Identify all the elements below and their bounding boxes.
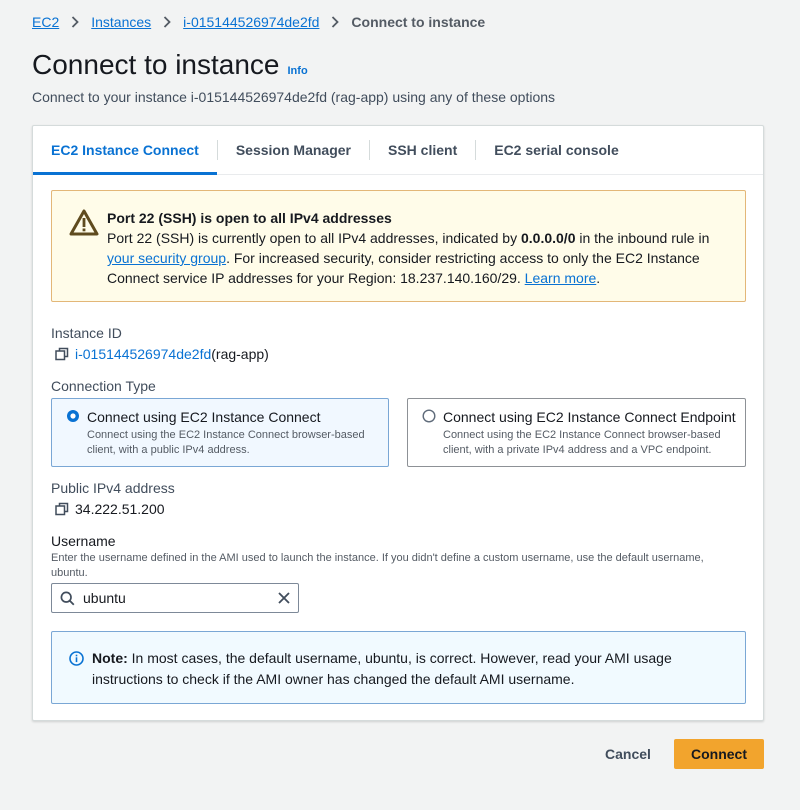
public-ip-row: 34.222.51.200: [55, 501, 165, 517]
tab-ec2-serial-console[interactable]: EC2 serial console: [476, 126, 637, 174]
note-label: Note:: [92, 650, 128, 666]
info-link[interactable]: Info: [288, 65, 308, 77]
warning-text: Port 22 (SSH) is currently open to all I…: [107, 228, 727, 288]
warning-text-part: .: [596, 270, 601, 286]
search-icon: [60, 591, 75, 606]
info-alert: Note: In most cases, the default usernam…: [51, 631, 746, 704]
security-group-link[interactable]: your security group: [107, 250, 226, 266]
page-description: Connect to your instance i-015144526974d…: [32, 89, 556, 105]
cancel-button[interactable]: Cancel: [596, 739, 660, 769]
instance-name: (rag-app): [211, 346, 269, 362]
radio-ec2-instance-connect-endpoint[interactable]: Connect using EC2 Instance Connect Endpo…: [407, 398, 746, 467]
chevron-right-icon: [71, 16, 80, 28]
radio-description: Connect using the EC2 Instance Connect b…: [87, 429, 365, 456]
warning-text-part: Port 22 (SSH) is currently open to all I…: [107, 230, 521, 246]
radio-description: Connect using the EC2 Instance Connect b…: [443, 429, 721, 456]
page-title: Connect to instance Info: [32, 49, 308, 81]
chevron-right-icon: [163, 16, 171, 28]
page-title-text: Connect to instance: [32, 49, 280, 80]
radio-title: Connect using EC2 Instance Connect Endpo…: [443, 409, 736, 425]
breadcrumb-instances[interactable]: Instances: [91, 14, 151, 30]
note-text: In most cases, the default username, ubu…: [92, 650, 672, 687]
info-icon: [69, 651, 84, 669]
breadcrumb-instance-id[interactable]: i-015144526974de2fd: [183, 14, 319, 30]
connection-type-label: Connection Type: [51, 378, 156, 394]
radio-ec2-instance-connect[interactable]: Connect using EC2 Instance Connect Conne…: [51, 398, 389, 467]
username-label: Username: [51, 533, 116, 549]
username-input-box[interactable]: [51, 583, 299, 613]
warning-alert: Port 22 (SSH) is open to all IPv4 addres…: [51, 190, 746, 302]
warning-content: Port 22 (SSH) is open to all IPv4 addres…: [107, 208, 727, 288]
breadcrumb: EC2 Instances i-015144526974de2fd Connec…: [32, 13, 485, 31]
instance-id-link[interactable]: i-015144526974de2fd: [75, 346, 211, 362]
copy-icon[interactable]: [55, 502, 69, 516]
tab-ec2-instance-connect[interactable]: EC2 Instance Connect: [33, 126, 217, 175]
clear-icon[interactable]: [277, 591, 291, 605]
warning-cidr: 0.0.0.0/0: [520, 230, 576, 246]
instance-id-label: Instance ID: [51, 325, 122, 341]
chevron-right-icon: [331, 16, 340, 28]
breadcrumb-ec2[interactable]: EC2: [32, 14, 59, 30]
copy-icon[interactable]: [55, 347, 69, 361]
connect-button[interactable]: Connect: [674, 739, 764, 769]
tab-session-manager[interactable]: Session Manager: [218, 126, 369, 174]
public-ip-value: 34.222.51.200: [75, 501, 165, 517]
warning-icon: [69, 209, 99, 239]
tab-ssh-client[interactable]: SSH client: [370, 126, 475, 174]
warning-text-part: in the inbound rule in: [575, 230, 710, 246]
public-ip-label: Public IPv4 address: [51, 480, 175, 496]
connect-panel: EC2 Instance Connect Session Manager SSH…: [32, 125, 764, 721]
radio-unselected-icon[interactable]: [422, 409, 436, 426]
radio-selected-icon[interactable]: [66, 409, 80, 426]
learn-more-link[interactable]: Learn more: [525, 270, 597, 286]
tab-bar: EC2 Instance Connect Session Manager SSH…: [33, 126, 763, 175]
username-input[interactable]: [83, 590, 263, 606]
instance-id-row: i-015144526974de2fd (rag-app): [55, 346, 269, 362]
username-hint: Enter the username defined in the AMI us…: [51, 552, 704, 579]
warning-title: Port 22 (SSH) is open to all IPv4 addres…: [107, 210, 392, 226]
radio-title: Connect using EC2 Instance Connect: [87, 409, 321, 425]
breadcrumb-current: Connect to instance: [351, 14, 486, 30]
info-content: Note: In most cases, the default usernam…: [92, 648, 732, 690]
